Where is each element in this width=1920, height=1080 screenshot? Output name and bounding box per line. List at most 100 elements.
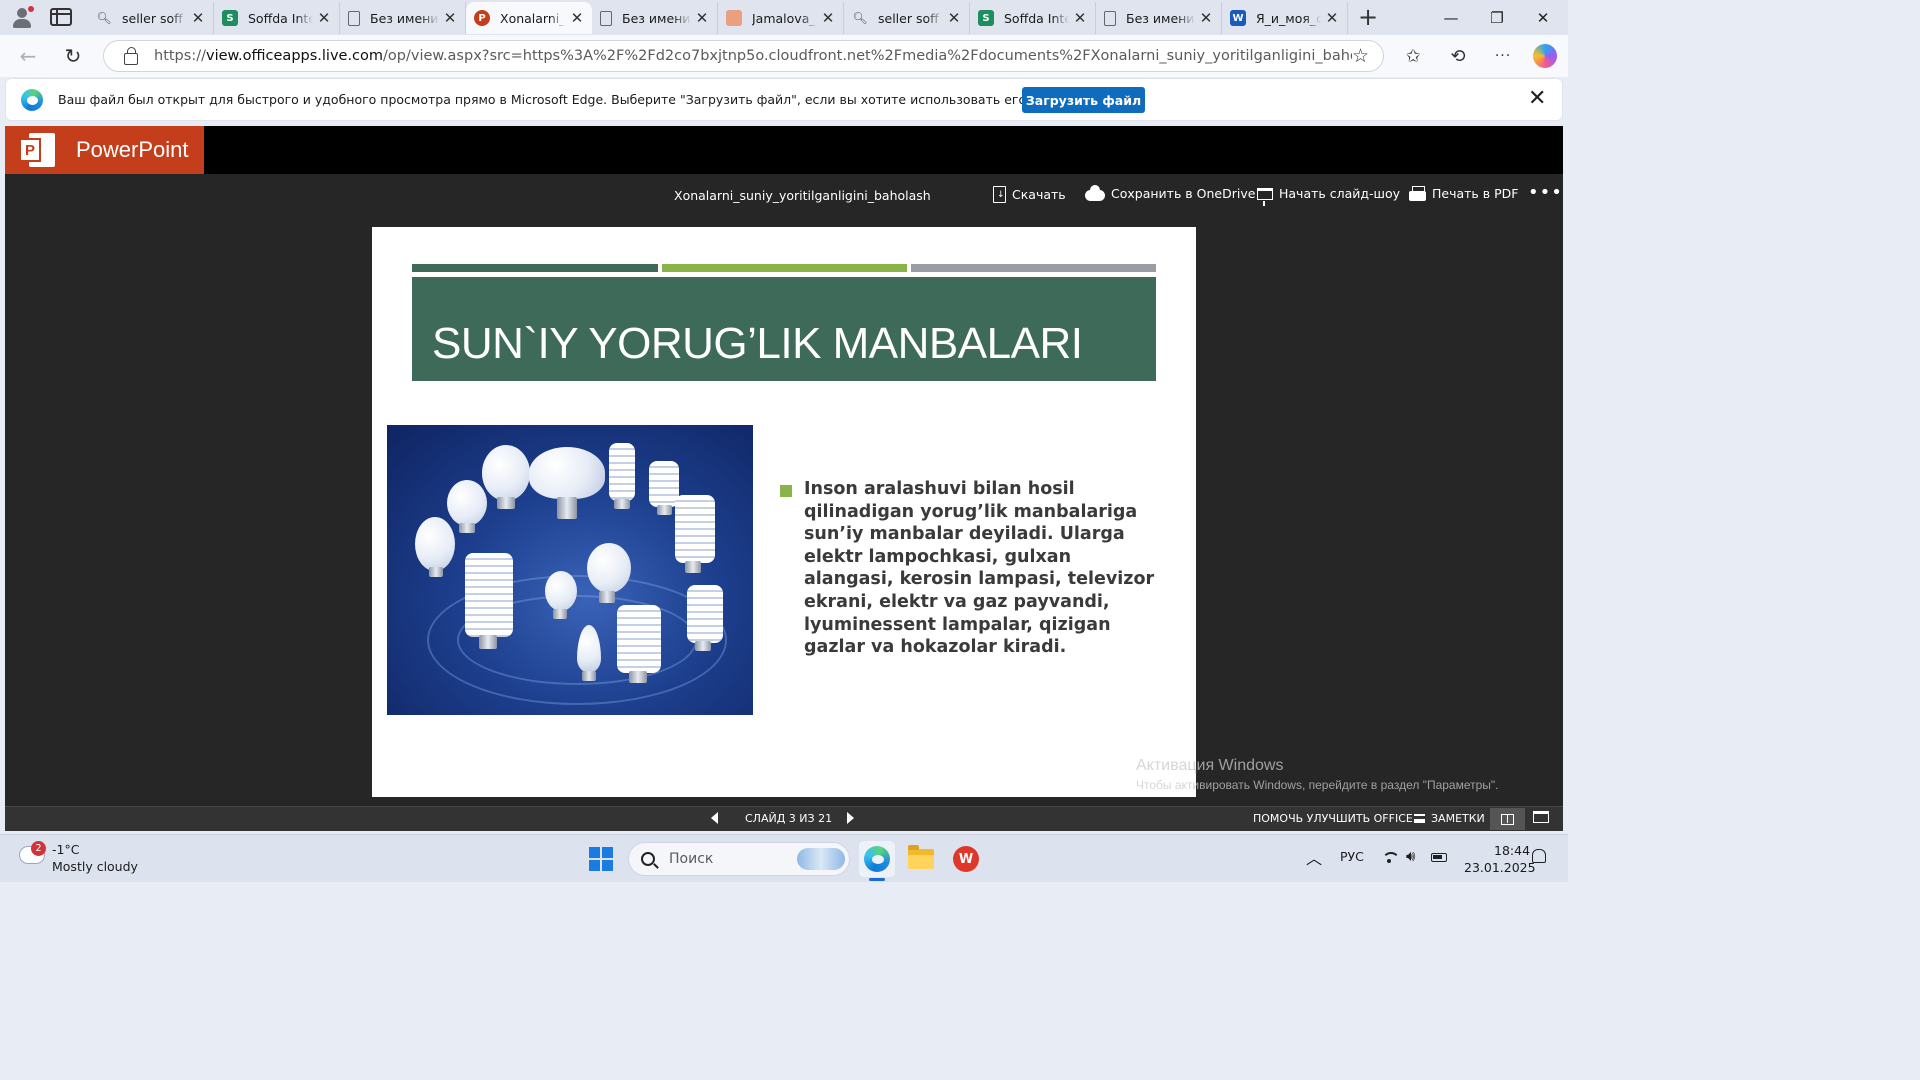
input-language[interactable]: РУС [1340, 849, 1364, 864]
lock-icon[interactable] [124, 47, 138, 65]
ppt-toolbar: Xonalarni_suniy_yoritilganligini_baholas… [5, 174, 1563, 218]
browser-tab[interactable]: Jamalova_Sh✕ [718, 2, 844, 34]
browser-tab[interactable]: S Soffda Intell✕ [214, 2, 340, 34]
favorites-icon[interactable]: ✩ [1398, 42, 1428, 70]
edge-icon [864, 846, 890, 872]
previous-slide-icon[interactable] [711, 812, 718, 824]
notes-button[interactable]: ЗАМЕТКИ [1414, 812, 1485, 825]
close-tab-icon[interactable]: ✕ [570, 9, 584, 27]
powerpoint-logo-icon: P [19, 132, 55, 168]
clock-time[interactable]: 18:44 [1494, 843, 1530, 858]
taskbar-file-explorer-app[interactable] [903, 841, 939, 877]
browser-tab[interactable]: Без имени ✕ [1096, 2, 1222, 34]
taskbar-edge-app[interactable] [859, 841, 895, 877]
refresh-button[interactable]: ↻ [59, 42, 87, 70]
browser-tab[interactable]: W Я_и_моя_семья✕ [1222, 2, 1348, 34]
active-app-indicator [869, 878, 885, 881]
tab-label: Без имени [370, 10, 439, 26]
favorite-star-icon[interactable]: ☆ [1352, 45, 1369, 67]
copilot-icon[interactable] [1533, 44, 1557, 68]
tab-label: Soffda Intell [248, 10, 313, 26]
print-pdf-button[interactable]: Печать в PDF [1409, 185, 1518, 201]
close-tab-icon[interactable]: ✕ [191, 9, 205, 27]
new-tab-button[interactable]: + [1358, 5, 1378, 29]
close-tab-icon[interactable]: ✕ [695, 9, 709, 27]
close-tab-icon[interactable]: ✕ [1199, 9, 1213, 27]
close-tab-icon[interactable]: ✕ [821, 9, 835, 27]
document-icon [1104, 10, 1116, 26]
accent-bar-gray [911, 264, 1156, 272]
printer-icon [1409, 185, 1426, 201]
browser-tab[interactable]: Без имени ✕ [340, 2, 466, 34]
edge-logo-icon [21, 89, 43, 111]
close-tab-icon[interactable]: ✕ [1073, 9, 1087, 27]
next-slide-icon[interactable] [847, 812, 854, 824]
download-infobar: Ваш файл был открыт для быстрого и удобн… [5, 78, 1563, 121]
tab-actions-icon[interactable] [50, 8, 72, 26]
show-hidden-icons-chevron-icon[interactable]: ︿ [1306, 845, 1322, 869]
word-icon: W [1230, 10, 1246, 26]
download-file-button[interactable]: Загрузить файл [1022, 87, 1145, 113]
download-button[interactable]: Скачать [993, 186, 1066, 203]
slideshow-view-icon[interactable] [1533, 811, 1549, 823]
settings-more-icon[interactable]: ··· [1488, 42, 1518, 70]
start-slideshow-button[interactable]: Начать слайд-шоу [1257, 186, 1400, 206]
taskbar-wps-app[interactable]: W [948, 841, 984, 877]
slide-body-text: Inson aralashuvi bilan hosil qilinadigan… [804, 479, 1155, 658]
tab-label: Soffda Intell [1004, 10, 1069, 26]
download-icon [993, 186, 1006, 203]
close-window-button[interactable]: ✕ [1520, 0, 1566, 35]
windows-activation-title: Активация Windows [1136, 757, 1284, 774]
profile-avatar-icon[interactable] [8, 4, 36, 30]
more-options-icon[interactable]: ••• [1528, 182, 1563, 203]
browser-tab[interactable]: Без имени ✕ [592, 2, 718, 34]
clock-date[interactable]: 23.01.2025 [1464, 860, 1536, 875]
restore-button[interactable]: ❐ [1474, 0, 1520, 35]
document-icon [600, 10, 612, 26]
windows-taskbar: 2 -1°C Mostly cloudy Поиск W ︿ РУС 🔊︎ 18… [0, 834, 1568, 882]
windows-activation-hint: Чтобы активировать Windows, перейдите в … [1136, 778, 1499, 792]
slide[interactable]: SUN`IY YORUG’LIK MANBALARI Inson aralash… [372, 227, 1196, 797]
app-name: PowerPoint [76, 137, 189, 162]
close-tab-icon[interactable]: ✕ [317, 9, 331, 27]
browser-tab[interactable]: 🔍︎ seller soff uz✕ [88, 2, 214, 34]
weather-description[interactable]: Mostly cloudy [52, 859, 138, 874]
close-tab-icon[interactable]: ✕ [443, 9, 457, 27]
windows-start-icon[interactable] [589, 847, 613, 871]
back-button[interactable]: ← [14, 42, 42, 70]
powerpoint-brand[interactable]: P PowerPoint [5, 126, 204, 174]
wifi-icon[interactable] [1382, 852, 1400, 864]
help-improve-office-link[interactable]: ПОМОЧЬ УЛУЧШИТЬ OFFICE [1253, 812, 1413, 825]
bullet-square [780, 485, 792, 497]
close-tab-icon[interactable]: ✕ [947, 9, 961, 27]
battery-icon[interactable] [1431, 853, 1447, 862]
url-text[interactable]: https://view.officeapps.live.com/op/view… [154, 48, 1352, 64]
slide-counter: СЛАЙД 3 ИЗ 21 [745, 812, 833, 825]
notifications-bell-icon[interactable] [1532, 849, 1546, 863]
save-onedrive-button[interactable]: Сохранить в OneDrive [1085, 184, 1255, 201]
taskbar-search[interactable]: Поиск [628, 842, 850, 876]
soffda-icon: S [978, 10, 994, 26]
reading-view-button[interactable] [1490, 808, 1525, 830]
light-bulbs-image [387, 425, 753, 715]
tab-label: seller soff uz [122, 10, 187, 26]
cloud-icon [1085, 184, 1105, 201]
volume-icon[interactable]: 🔊︎ [1406, 847, 1415, 865]
ppt-status-bar: СЛАЙД 3 ИЗ 21 ПОМОЧЬ УЛУЧШИТЬ OFFICE ЗАМ… [5, 806, 1563, 831]
close-tab-icon[interactable]: ✕ [1325, 9, 1339, 27]
address-bar[interactable]: https://view.officeapps.live.com/op/view… [103, 40, 1384, 72]
tab-label: Я_и_моя_семья [1256, 10, 1321, 26]
tab-label: Jamalova_Sh [752, 10, 817, 26]
weather-temperature[interactable]: -1°C [52, 842, 79, 857]
history-icon[interactable]: ⟲ [1443, 42, 1473, 70]
minimize-button[interactable]: — [1428, 0, 1474, 35]
document-icon [348, 10, 360, 26]
close-infobar-icon[interactable]: ✕ [1528, 86, 1546, 111]
tab-label: Без имени [622, 10, 691, 26]
browser-tab[interactable]: S Soffda Intell✕ [970, 2, 1096, 34]
tab-label: seller soff uz [878, 10, 943, 26]
slide-title: SUN`IY YORUG’LIK MANBALARI [432, 319, 1083, 368]
browser-tab[interactable]: P Xonalarni_suniy✕ [466, 2, 592, 34]
presentation-image-icon [726, 10, 742, 26]
browser-tab[interactable]: 🔍︎ seller soff uz✕ [844, 2, 970, 34]
